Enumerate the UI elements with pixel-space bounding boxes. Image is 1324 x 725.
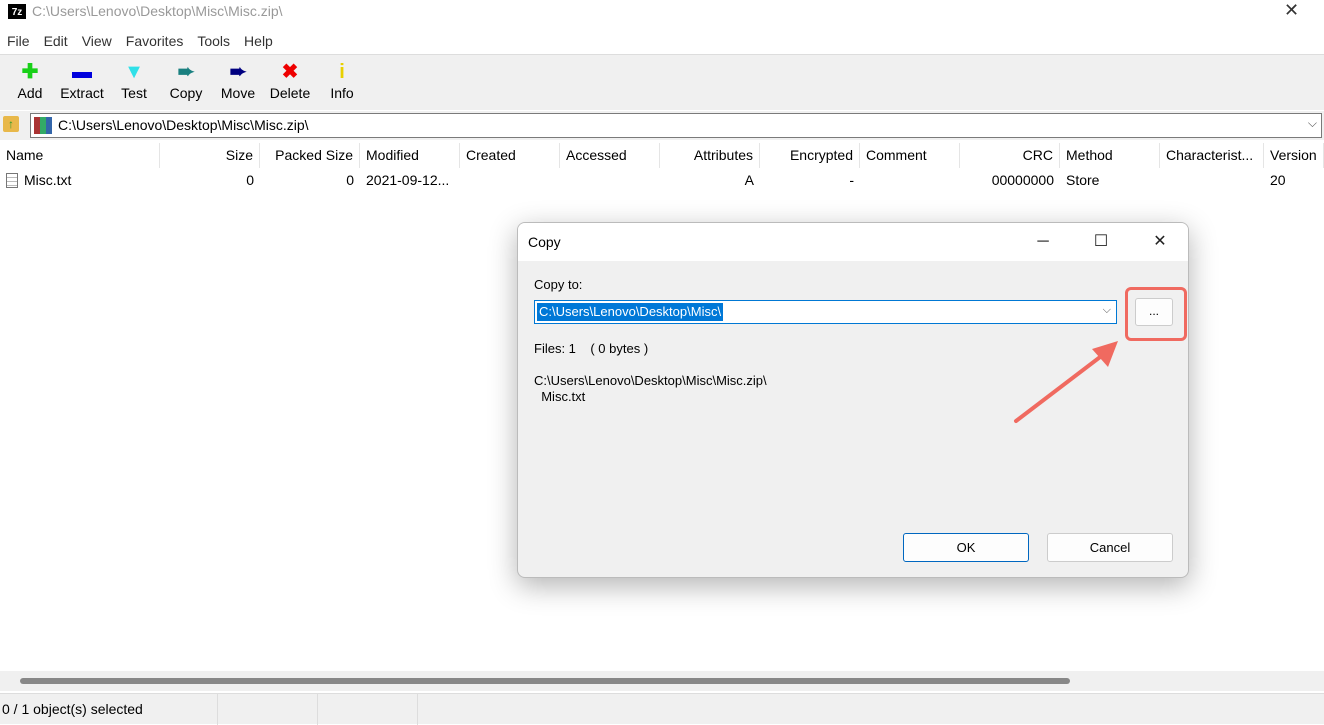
chevron-down-icon[interactable]: ⌵ (1308, 116, 1317, 131)
toolbar-add-button[interactable]: ✚ Add (4, 55, 56, 110)
toolbar-label: Delete (270, 85, 310, 101)
address-bar: ↑ C:\Users\Lenovo\Desktop\Misc\Misc.zip\… (0, 111, 1324, 140)
file-name: Misc.txt (24, 172, 71, 188)
column-header[interactable]: Comment (860, 143, 960, 168)
toolbar-label: Extract (60, 85, 104, 101)
toolbar: ✚ Add ▬ Extract ▼ Test ➨ Copy ➨ Move ✖ Delete i Info (0, 54, 1324, 110)
move-icon: ➨ (230, 61, 247, 83)
table-row[interactable]: Misc.txt002021-09-12...A-00000000Store20 (0, 168, 1324, 192)
add-icon: ✚ (22, 61, 39, 83)
column-header[interactable]: Version (1264, 143, 1324, 168)
extract-icon: ▬ (72, 61, 92, 83)
dialog-title: Copy (528, 234, 561, 250)
copy-to-label: Copy to: (534, 277, 582, 292)
menu-view[interactable]: View (75, 30, 119, 54)
table-cell: - (760, 168, 860, 193)
column-header[interactable]: Method (1060, 143, 1160, 168)
archive-icon (34, 117, 52, 134)
menu-help[interactable]: Help (237, 30, 280, 54)
column-header[interactable]: Modified (360, 143, 460, 168)
toolbar-label: Add (18, 85, 43, 101)
status-selected: 0 / 1 object(s) selected (0, 694, 218, 725)
copy-to-value: C:\Users\Lenovo\Desktop\Misc\ (537, 303, 723, 321)
menu-favorites[interactable]: Favorites (119, 30, 191, 54)
column-headers: NameSizePacked SizeModifiedCreatedAccess… (0, 143, 1324, 168)
column-header[interactable]: Created (460, 143, 560, 168)
address-path: C:\Users\Lenovo\Desktop\Misc\Misc.zip\ (58, 117, 309, 133)
table-cell: 2021-09-12... (360, 168, 460, 193)
files-info: Files: 1 ( 0 bytes ) (534, 341, 648, 356)
column-header[interactable]: Packed Size (260, 143, 360, 168)
window-title: C:\Users\Lenovo\Desktop\Misc\Misc.zip\ (32, 3, 283, 19)
info-icon: i (339, 61, 345, 83)
ok-button[interactable]: OK (903, 533, 1029, 562)
toolbar-label: Test (121, 85, 147, 101)
table-cell (1160, 168, 1264, 193)
horizontal-scrollbar[interactable] (0, 671, 1324, 691)
copy-to-combobox[interactable]: C:\Users\Lenovo\Desktop\Misc\ ⌵ (534, 300, 1117, 324)
table-cell: Misc.txt (0, 168, 160, 193)
dialog-title-bar: Copy ─ ☐ ✕ (518, 223, 1189, 261)
column-header[interactable]: Size (160, 143, 260, 168)
source-file: Misc.txt (534, 389, 585, 404)
highlight-box (1125, 287, 1187, 341)
close-window-button[interactable]: ✕ (1284, 0, 1299, 21)
close-dialog-button[interactable]: ✕ (1145, 229, 1175, 255)
cancel-button[interactable]: Cancel (1047, 533, 1173, 562)
address-input[interactable]: C:\Users\Lenovo\Desktop\Misc\Misc.zip\ ⌵ (30, 113, 1322, 138)
toolbar-test-button[interactable]: ▼ Test (108, 55, 160, 110)
annotation-arrow-icon (1008, 333, 1128, 428)
column-header[interactable]: Encrypted (760, 143, 860, 168)
status-cell (218, 694, 318, 725)
status-bar: 0 / 1 object(s) selected (0, 693, 1324, 724)
menu-tools[interactable]: Tools (190, 30, 237, 54)
table-cell: 00000000 (960, 168, 1060, 193)
toolbar-label: Move (221, 85, 255, 101)
table-cell (560, 168, 660, 193)
source-path: C:\Users\Lenovo\Desktop\Misc\Misc.zip\ (534, 373, 767, 388)
toolbar-delete-button[interactable]: ✖ Delete (264, 55, 316, 110)
copy-icon: ➨ (178, 61, 195, 83)
column-header[interactable]: Accessed (560, 143, 660, 168)
toolbar-label: Copy (170, 85, 203, 101)
status-cell (318, 694, 418, 725)
toolbar-extract-button[interactable]: ▬ Extract (56, 55, 108, 110)
test-icon: ▼ (124, 61, 144, 83)
menu-file[interactable]: File (0, 30, 37, 54)
up-folder-icon[interactable]: ↑ (3, 116, 19, 132)
scrollbar-thumb[interactable] (20, 678, 1070, 684)
file-icon (6, 173, 18, 188)
maximize-button[interactable]: ☐ (1086, 229, 1116, 255)
toolbar-info-button[interactable]: i Info (316, 55, 368, 110)
copy-dialog: Copy ─ ☐ ✕ Copy to: C:\Users\Lenovo\Desk… (517, 222, 1189, 578)
chevron-down-icon[interactable]: ⌵ (1103, 304, 1111, 317)
column-header[interactable]: CRC (960, 143, 1060, 168)
toolbar-copy-button[interactable]: ➨ Copy (160, 55, 212, 110)
table-cell: 0 (260, 168, 360, 193)
minimize-button[interactable]: ─ (1028, 229, 1058, 255)
toolbar-label: Info (330, 85, 353, 101)
app-logo-icon: 7z (8, 4, 26, 19)
column-header[interactable]: Attributes (660, 143, 760, 168)
title-bar: 7z C:\Users\Lenovo\Desktop\Misc\Misc.zip… (0, 0, 1324, 26)
delete-icon: ✖ (282, 61, 299, 83)
menu-bar: File Edit View Favorites Tools Help (0, 30, 1324, 54)
menu-edit[interactable]: Edit (37, 30, 75, 54)
table-cell: 0 (160, 168, 260, 193)
table-cell: Store (1060, 168, 1160, 193)
table-cell (460, 168, 560, 193)
column-header[interactable]: Name (0, 143, 160, 168)
table-cell: 20 (1264, 168, 1324, 193)
column-header[interactable]: Characterist... (1160, 143, 1264, 168)
toolbar-move-button[interactable]: ➨ Move (212, 55, 264, 110)
table-cell: A (660, 168, 760, 193)
table-cell (860, 168, 960, 193)
